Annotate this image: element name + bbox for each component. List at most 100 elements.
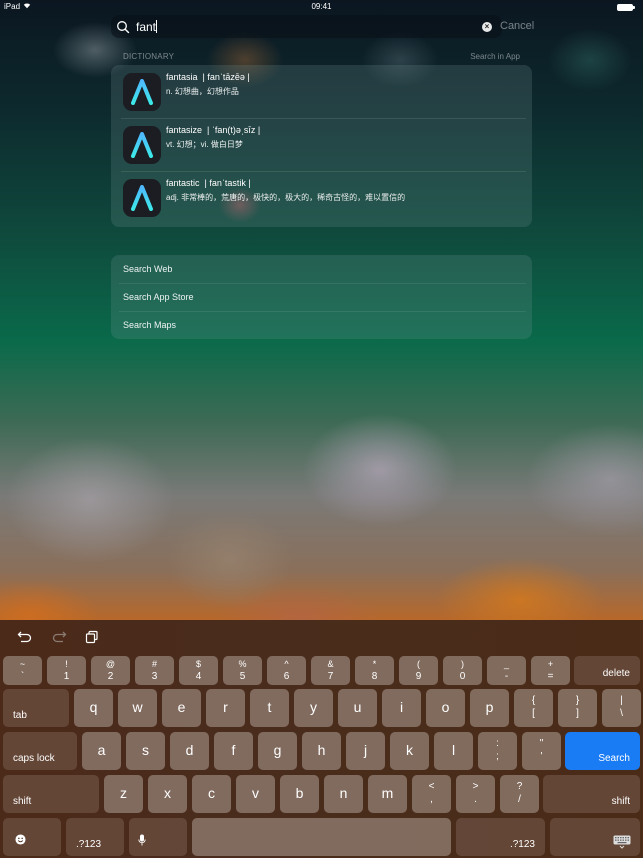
key-z[interactable]: z (104, 775, 143, 813)
key-7[interactable]: & 7 (311, 656, 350, 685)
paste-icon[interactable] (85, 630, 103, 646)
key-f[interactable]: f (214, 732, 253, 770)
key-h[interactable]: h (302, 732, 341, 770)
key-symbol: ' (540, 751, 543, 762)
search-app-store-item[interactable]: Search App Store (111, 283, 532, 311)
key-g[interactable]: g (258, 732, 297, 770)
pronunciation: | fanˈtastik | (204, 178, 251, 188)
key-letter: q (89, 699, 98, 716)
key-letter: g (273, 742, 282, 759)
key-symbol: / (518, 794, 521, 805)
key-c[interactable]: c (192, 775, 231, 813)
key-m[interactable]: m (368, 775, 407, 813)
dictionary-result[interactable]: fantastic | fanˈtastik | adj. 非常棒的，荒唐的，极… (111, 171, 532, 224)
search-in-app-link[interactable]: Search in App (470, 52, 520, 61)
key-symbol: - (504, 671, 509, 682)
key-2[interactable]: @2 (91, 656, 130, 685)
search-maps-item[interactable]: Search Maps (111, 311, 532, 339)
emoji-key[interactable] (3, 818, 61, 856)
search-icon (116, 20, 130, 34)
search-key[interactable]: Search (565, 732, 640, 770)
key-0[interactable]: ) 0 (443, 656, 482, 685)
key-bracket-1[interactable]: }] (558, 689, 597, 727)
key-bracket-2[interactable]: | \ (602, 689, 641, 727)
key-e[interactable]: e (162, 689, 201, 727)
key-punct-z-0[interactable]: <, (412, 775, 451, 813)
key-q[interactable]: q (74, 689, 113, 727)
key-letter: w (132, 699, 143, 716)
undo-icon[interactable] (17, 630, 35, 646)
key-punct-z-2[interactable]: ? / (500, 775, 539, 813)
key-8[interactable]: * 8 (355, 656, 394, 685)
caps-lock-key[interactable]: caps lock (3, 732, 77, 770)
key-letter: i (399, 699, 404, 716)
key-a[interactable]: a (82, 732, 121, 770)
key-9[interactable]: (9 (399, 656, 438, 685)
key-t[interactable]: t (250, 689, 289, 727)
key-punct-1[interactable]: " ' (522, 732, 561, 770)
key-l[interactable]: l (434, 732, 473, 770)
key-o[interactable]: o (426, 689, 465, 727)
section-title: DICTIONARY (123, 52, 175, 61)
key-letter: n (339, 785, 348, 802)
key-letter: r (223, 699, 228, 716)
key-shift-symbol: > (472, 781, 479, 792)
shift-key-right[interactable]: shift (543, 775, 640, 813)
key--[interactable]: _ - (487, 656, 526, 685)
key-n[interactable]: n (324, 775, 363, 813)
dictionary-result[interactable]: fantasia | fanˈtāzēə | n. 幻想曲，幻想作品 (111, 65, 532, 118)
key-y[interactable]: y (294, 689, 333, 727)
key-letter: j (363, 742, 368, 759)
key-x[interactable]: x (148, 775, 187, 813)
key-letter: b (295, 785, 304, 802)
key-5[interactable]: % 5 (223, 656, 262, 685)
search-input[interactable]: fant (136, 20, 156, 34)
search-web-item[interactable]: Search Web (111, 255, 532, 283)
key-k[interactable]: k (390, 732, 429, 770)
key-r[interactable]: r (206, 689, 245, 727)
delete-key[interactable]: delete (574, 656, 640, 685)
key-shift-symbol: ! (65, 659, 68, 669)
key-i[interactable]: i (382, 689, 421, 727)
key-v[interactable]: v (236, 775, 275, 813)
key-s[interactable]: s (126, 732, 165, 770)
numbers-label: .?123 (509, 839, 535, 850)
dismiss-keyboard-key[interactable] (550, 818, 640, 856)
key-backtick[interactable]: ~ ` (3, 656, 42, 685)
dictionary-word: fantasize (166, 125, 203, 135)
search-field[interactable]: fant × (111, 15, 502, 38)
space-bar[interactable] (192, 818, 451, 856)
redo-icon[interactable] (51, 630, 69, 646)
definition: adj. 非常棒的，荒唐的，极快的，极大的，稀奇古怪的，难以置信的 (166, 193, 406, 202)
key-p[interactable]: p (470, 689, 509, 727)
definition: n. 幻想曲，幻想作品 (166, 87, 239, 96)
key-symbol: 3 (151, 671, 158, 682)
microphone-icon (138, 834, 146, 849)
key-u[interactable]: u (338, 689, 377, 727)
text-cursor (156, 20, 158, 33)
tab-key[interactable]: tab (3, 689, 69, 727)
numbers-key-left[interactable]: .?123 (66, 818, 124, 856)
key-d[interactable]: d (170, 732, 209, 770)
clear-icon[interactable]: × (482, 21, 492, 32)
keyboard-dismiss-icon (613, 835, 631, 852)
dictation-key[interactable] (129, 818, 187, 856)
key-4[interactable]: $4 (179, 656, 218, 685)
numbers-key-right[interactable]: .?123 (456, 818, 545, 856)
key-=[interactable]: + = (531, 656, 570, 685)
key-punct-0[interactable]: :; (478, 732, 517, 770)
key-3[interactable]: #3 (135, 656, 174, 685)
cancel-button[interactable]: Cancel (500, 20, 534, 32)
key-6[interactable]: ^ 6 (267, 656, 306, 685)
key-b[interactable]: b (280, 775, 319, 813)
key-bracket-0[interactable]: {[ (514, 689, 553, 727)
dictionary-result[interactable]: fantasize | ˈfan(t)əˌsīz | vt. 幻想；vi. 做白… (111, 118, 532, 171)
key-punct-z-1[interactable]: >. (456, 775, 495, 813)
key-letter: d (185, 742, 194, 759)
key-symbol: ; (496, 751, 499, 762)
key-j[interactable]: j (346, 732, 385, 770)
key-letter: t (267, 699, 272, 716)
key-w[interactable]: w (118, 689, 157, 727)
shift-key-left[interactable]: shift (3, 775, 99, 813)
key-1[interactable]: ! 1 (47, 656, 86, 685)
